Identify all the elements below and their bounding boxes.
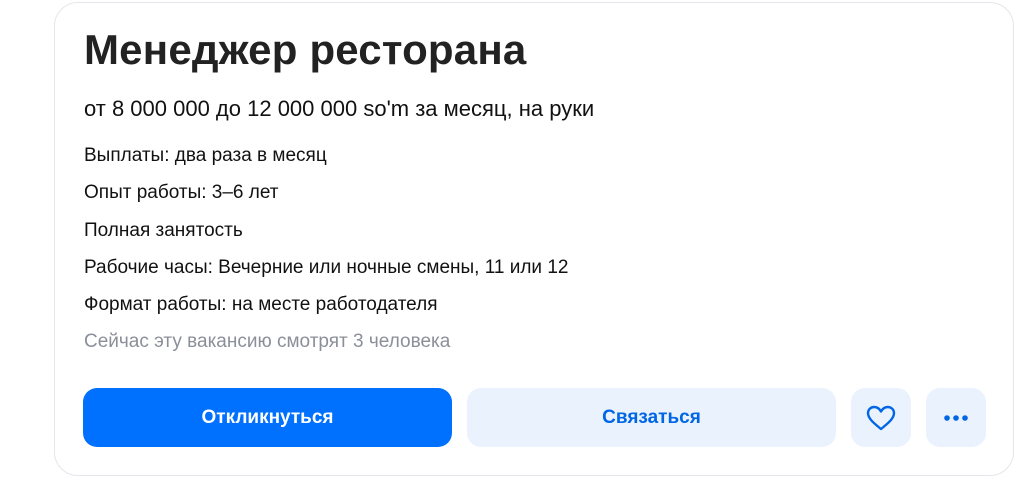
viewers-note: Сейчас эту вакансию смотрят 3 человека	[84, 331, 451, 352]
payment-schedule: Выплаты: два раза в месяц	[84, 145, 327, 166]
favorite-button[interactable]	[851, 388, 911, 447]
experience: Опыт работы: 3–6 лет	[84, 182, 279, 203]
heart-icon	[866, 405, 896, 431]
contact-button-label: Связаться	[602, 406, 701, 428]
more-dots-icon	[943, 414, 969, 422]
working-hours: Рабочие часы: Вечерние или ночные смены,…	[84, 257, 569, 278]
contact-button[interactable]: Связаться	[467, 388, 836, 447]
respond-button-label: Откликнуться	[201, 406, 334, 428]
employment-type: Полная занятость	[84, 220, 243, 241]
work-format: Формат работы: на месте работодателя	[84, 294, 438, 315]
salary: от 8 000 000 до 12 000 000 so'm за месяц…	[84, 96, 595, 121]
more-button[interactable]	[926, 388, 986, 447]
respond-button[interactable]: Откликнуться	[83, 388, 452, 447]
vacancy-title: Менеджер ресторана	[84, 26, 527, 73]
